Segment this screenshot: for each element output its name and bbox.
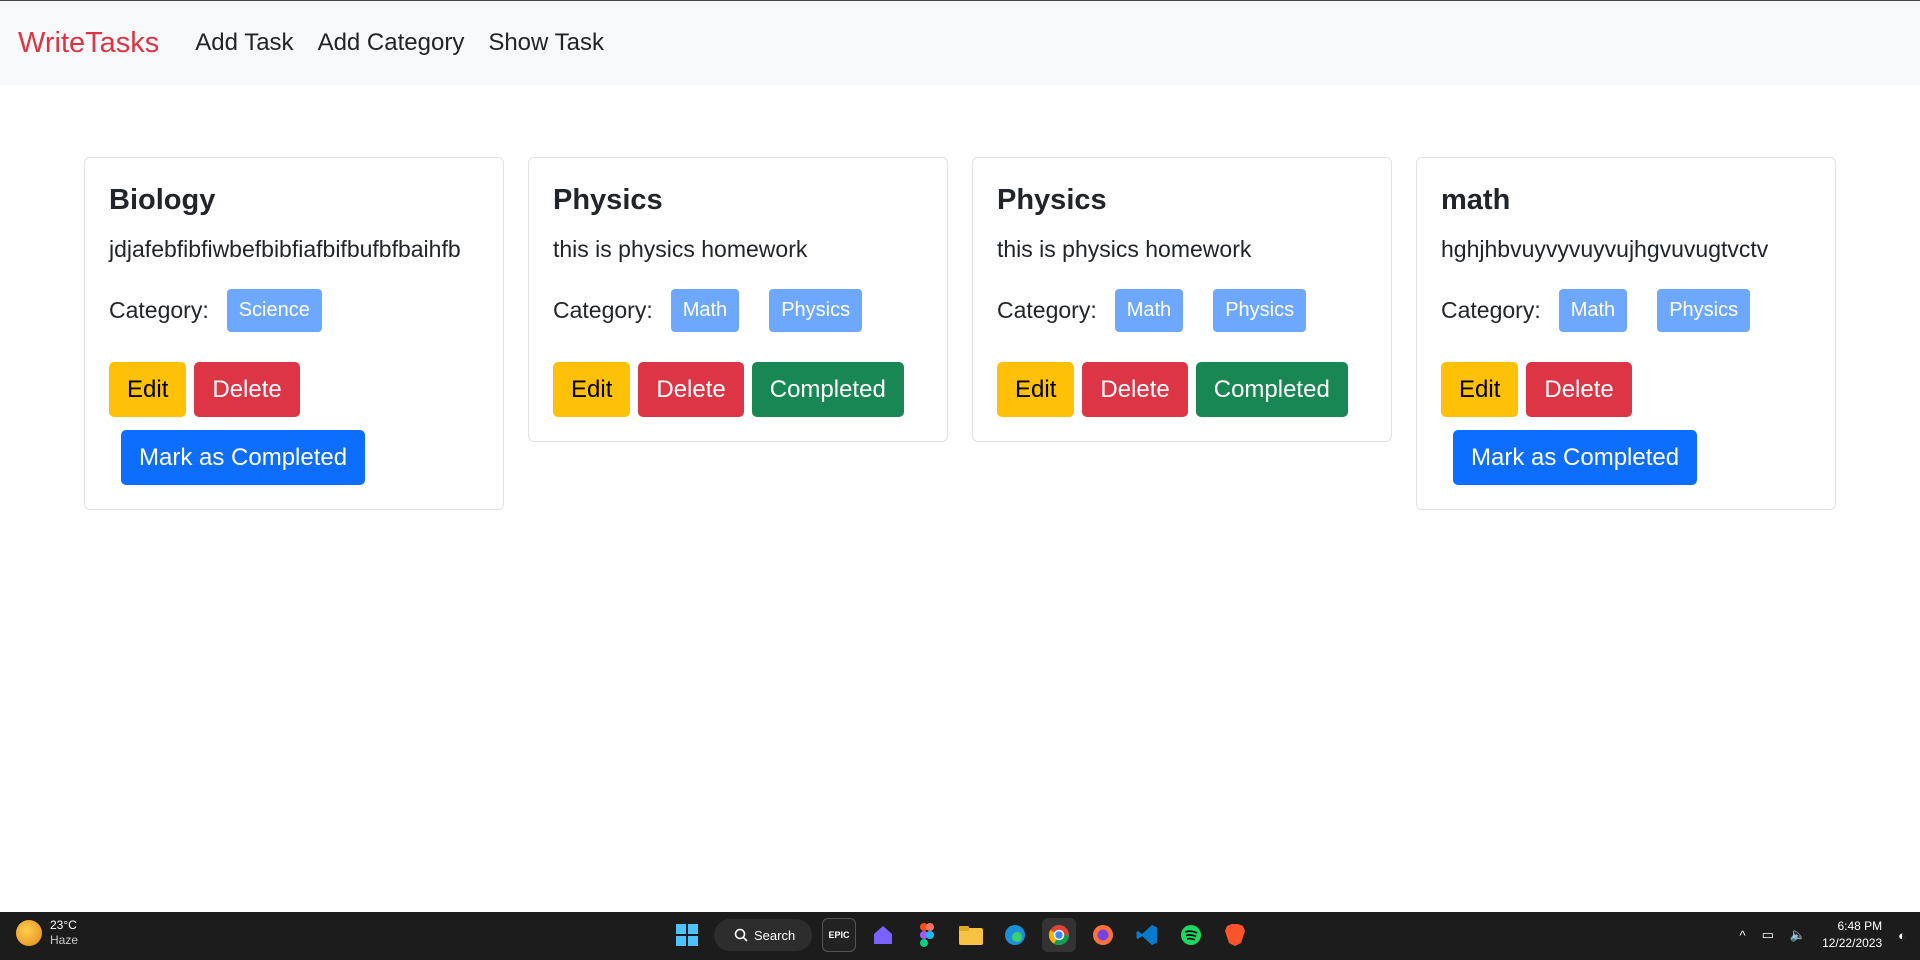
- edit-button[interactable]: Edit: [109, 362, 187, 417]
- category-row: Category: Science: [109, 289, 479, 332]
- task-card: Physics this is physics homework Categor…: [972, 157, 1392, 442]
- category-badge: Physics: [1657, 289, 1751, 332]
- file-explorer-icon[interactable]: [954, 918, 988, 952]
- taskbar-apps: Search EPIC: [670, 918, 1252, 952]
- task-description: hghjhbvuyvyvuyvujhgvuvugtvctv: [1441, 236, 1769, 262]
- navbar: WriteTasks Add Task Add Category Show Ta…: [0, 0, 1920, 85]
- chevron-up-icon[interactable]: ^: [1739, 928, 1745, 943]
- task-title: Physics: [997, 184, 1107, 216]
- vscode-icon[interactable]: [1130, 918, 1164, 952]
- edit-button[interactable]: Edit: [1441, 362, 1519, 417]
- clock[interactable]: 6:48 PM 12/22/2023: [1822, 918, 1882, 952]
- mark-completed-button[interactable]: Mark as Completed: [121, 430, 366, 485]
- category-row: Category: Math Physics: [553, 289, 923, 332]
- category-badge: Math: [670, 289, 740, 332]
- task-title: math: [1441, 184, 1511, 216]
- delete-button[interactable]: Delete: [194, 362, 300, 417]
- nav-show-task[interactable]: Show Task: [488, 29, 604, 57]
- action-buttons: Edit Delete: [1441, 362, 1811, 417]
- chrome-icon[interactable]: [1042, 918, 1076, 952]
- notification-icon[interactable]: ◐: [1898, 928, 1906, 943]
- category-label: Category:: [997, 297, 1097, 323]
- search-icon: [734, 928, 748, 942]
- spotify-icon[interactable]: [1174, 918, 1208, 952]
- brand-link[interactable]: WriteTasks: [18, 27, 159, 60]
- category-label: Category:: [109, 297, 209, 323]
- category-badge: Science: [226, 289, 322, 332]
- category-badge: Physics: [1213, 289, 1307, 332]
- windows-taskbar: 23°C Haze Search EPIC ^ ▭ 🔈 6:48 PM 12/2…: [0, 912, 1920, 960]
- edge-icon[interactable]: [998, 918, 1032, 952]
- task-card: Biology jdjafebfibfiwbefbibfiafbifbufbfb…: [84, 157, 504, 510]
- category-badge: Math: [1114, 289, 1184, 332]
- network-icon[interactable]: ▭: [1762, 927, 1774, 943]
- completed-button[interactable]: Completed: [1195, 362, 1348, 417]
- category-row: Category: Math Physics: [997, 289, 1367, 332]
- task-title: Biology: [109, 184, 216, 216]
- task-title: Physics: [553, 184, 663, 216]
- weather-widget[interactable]: 23°C Haze: [16, 918, 78, 948]
- clock-date: 12/22/2023: [1822, 936, 1883, 950]
- task-card: math hghjhbvuyvyvuyvujhgvuvugtvctv Categ…: [1416, 157, 1836, 510]
- epic-games-icon[interactable]: EPIC: [822, 918, 856, 952]
- mark-completed-button[interactable]: Mark as Completed: [1453, 430, 1698, 485]
- category-label: Category:: [1441, 297, 1541, 323]
- system-tray: ^ ▭ 🔈 6:48 PM 12/22/2023 ◐: [1739, 918, 1906, 952]
- delete-button[interactable]: Delete: [1082, 362, 1188, 417]
- category-row: Category: Math Physics: [1441, 289, 1811, 332]
- windows-start-icon[interactable]: [670, 918, 704, 952]
- edit-button[interactable]: Edit: [997, 362, 1075, 417]
- task-description: this is physics homework: [553, 236, 808, 262]
- action-buttons: Edit Delete Completed: [997, 362, 1367, 417]
- nav-add-category[interactable]: Add Category: [318, 29, 465, 57]
- action-buttons: Edit Delete: [109, 362, 479, 417]
- action-buttons: Edit Delete Completed: [553, 362, 923, 417]
- delete-button[interactable]: Delete: [638, 362, 744, 417]
- taskbar-search[interactable]: Search: [714, 919, 812, 951]
- category-label: Category:: [553, 297, 653, 323]
- weather-temperature: 23°C: [50, 918, 77, 932]
- volume-icon[interactable]: 🔈: [1790, 927, 1806, 943]
- delete-button[interactable]: Delete: [1526, 362, 1632, 417]
- brave-icon[interactable]: [1218, 918, 1252, 952]
- weather-haze-icon: [16, 920, 42, 946]
- task-card: Physics this is physics homework Categor…: [528, 157, 948, 442]
- clock-time: 6:48 PM: [1837, 919, 1883, 933]
- firefox-icon[interactable]: [1086, 918, 1120, 952]
- category-badge: Math: [1558, 289, 1628, 332]
- weather-condition: Haze: [50, 933, 79, 947]
- figma-icon[interactable]: [910, 918, 944, 952]
- task-description: this is physics homework: [997, 236, 1252, 262]
- task-description: jdjafebfibfiwbefbibfiafbifbufbfbaihfb: [109, 236, 461, 262]
- category-badge: Physics: [769, 289, 863, 332]
- home-app-icon[interactable]: [866, 918, 900, 952]
- edit-button[interactable]: Edit: [553, 362, 631, 417]
- completed-button[interactable]: Completed: [751, 362, 904, 417]
- nav-add-task[interactable]: Add Task: [195, 29, 293, 57]
